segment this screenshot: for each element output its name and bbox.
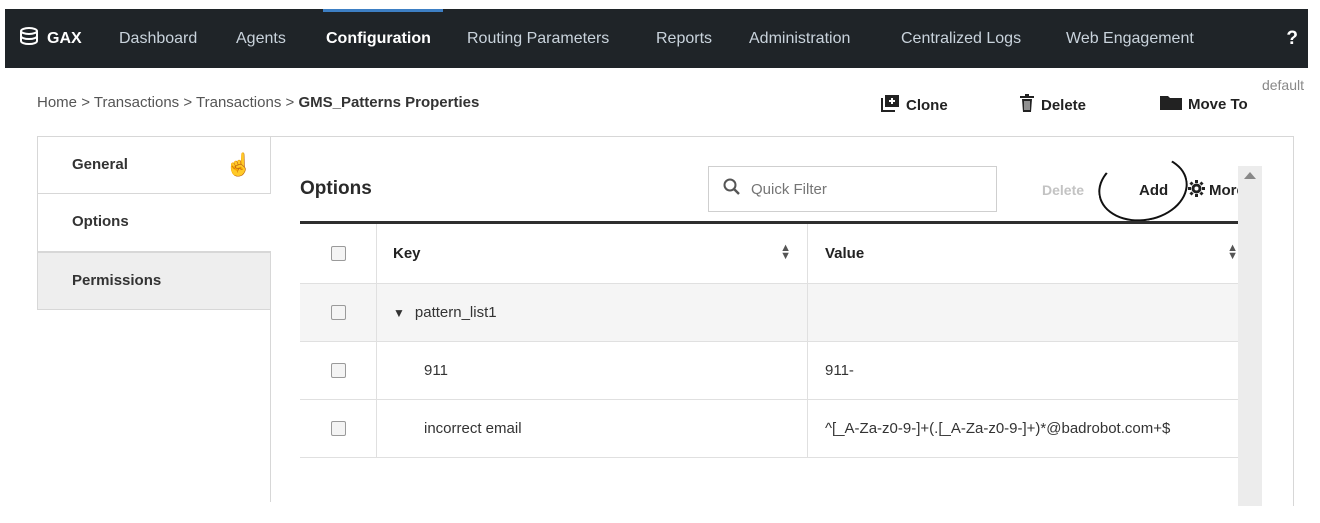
row-check-cell — [300, 342, 377, 399]
key-value: incorrect email — [424, 420, 522, 437]
value-cell: ^[_A-Za-z0-9-]+(.[_A-Za-z0-9-]+)*@badrob… — [808, 400, 1238, 457]
panel-top-border — [270, 136, 1294, 137]
brand[interactable]: GAX — [19, 9, 82, 68]
database-icon — [19, 26, 39, 51]
nav-administration[interactable]: Administration — [749, 9, 850, 68]
nav-routing-parameters[interactable]: Routing Parameters — [467, 9, 609, 68]
more-label: More — [1209, 182, 1238, 199]
value-text: ^[_A-Za-z0-9-]+(.[_A-Za-z0-9-]+)*@badrob… — [825, 420, 1171, 437]
key-header-label: Key — [393, 245, 421, 262]
options-delete-button[interactable]: Delete — [1042, 182, 1084, 198]
options-more-button[interactable]: More — [1188, 180, 1238, 201]
key-cell: incorrect email — [377, 400, 808, 457]
clone-label: Clone — [906, 96, 948, 114]
row-checkbox[interactable] — [330, 421, 346, 436]
key-value: 911 — [424, 362, 448, 379]
options-table: Key ▲ ▼ Value ▲ ▼ ▼ pattern_list1 911 911-… — [300, 221, 1238, 458]
breadcrumb-current: GMS_Patterns Properties — [298, 94, 480, 111]
app-frame: GAX Dashboard Agents Configuration Routi… — [0, 0, 1320, 523]
help-icon[interactable]: ? — [1286, 9, 1298, 68]
row-checkbox[interactable] — [330, 305, 346, 320]
row-checkbox[interactable] — [330, 363, 346, 378]
select-all-checkbox[interactable] — [330, 246, 346, 261]
hand-pointer-icon: ☝ — [225, 152, 253, 177]
row-check-cell — [300, 284, 377, 341]
tab-options[interactable]: Options — [37, 194, 271, 252]
delete-label: Delete — [1041, 96, 1087, 114]
breadcrumb-transactions-folder[interactable]: Transactions — [196, 94, 281, 111]
move-to-label: Move To — [1188, 95, 1248, 113]
nav-dashboard[interactable]: Dashboard — [119, 9, 197, 68]
sort-icon[interactable]: ▲ ▼ — [780, 243, 791, 262]
folder-icon — [1160, 94, 1182, 114]
tab-permissions[interactable]: Permissions — [37, 252, 271, 310]
table-row[interactable]: ▼ pattern_list1 — [300, 284, 1238, 342]
top-nav: GAX Dashboard Agents Configuration Routi… — [5, 9, 1308, 68]
breadcrumb-separator: > — [81, 94, 90, 111]
quick-filter-input[interactable] — [749, 179, 973, 199]
breadcrumb-home[interactable]: Home — [37, 94, 77, 111]
select-all-cell — [300, 224, 377, 283]
options-title: Options — [300, 178, 372, 199]
key-column-header[interactable]: Key ▲ ▼ — [377, 224, 808, 283]
expand-triangle-icon[interactable]: ▼ — [393, 306, 405, 320]
value-header-label: Value — [825, 245, 865, 262]
panel-right-border — [1293, 136, 1294, 506]
options-add-button[interactable]: Add — [1139, 182, 1168, 199]
value-text: 911- — [825, 362, 854, 379]
sort-icon[interactable]: ▲ ▼ — [1227, 243, 1238, 262]
scroll-up-icon[interactable] — [1244, 172, 1256, 179]
value-column-header[interactable]: Value ▲ ▼ — [808, 224, 1238, 283]
key-value: pattern_list1 — [414, 304, 497, 321]
quick-filter[interactable] — [708, 166, 997, 212]
nav-agents[interactable]: Agents — [236, 9, 286, 68]
gear-icon — [1188, 180, 1205, 201]
breadcrumb-separator: > — [183, 94, 193, 111]
breadcrumb-separator: > — [285, 94, 295, 111]
tenant-label: default — [1261, 77, 1304, 93]
search-icon — [723, 178, 741, 200]
clone-icon — [880, 94, 900, 116]
key-cell: 911 — [377, 342, 808, 399]
nav-centralized-logs[interactable]: Centralized Logs — [901, 9, 1021, 68]
nav-configuration[interactable]: Configuration — [326, 9, 431, 68]
vertical-scrollbar[interactable] — [1238, 166, 1262, 506]
nav-reports[interactable]: Reports — [656, 9, 712, 68]
row-check-cell — [300, 400, 377, 457]
trash-icon — [1019, 94, 1035, 116]
value-cell: 911- — [808, 342, 1238, 399]
key-cell: ▼ pattern_list1 — [377, 284, 808, 341]
table-row[interactable]: 911 911- — [300, 342, 1238, 400]
move-to-button[interactable]: Move To — [1160, 94, 1248, 114]
brand-label: GAX — [47, 29, 82, 47]
table-row[interactable]: incorrect email ^[_A-Za-z0-9-]+(.[_A-Za-… — [300, 400, 1238, 458]
table-header-row: Key ▲ ▼ Value ▲ ▼ — [300, 224, 1238, 284]
value-cell — [808, 284, 1238, 341]
delete-button[interactable]: Delete — [1019, 94, 1086, 116]
breadcrumb: Home > Transactions > Transactions > GMS… — [37, 94, 479, 111]
breadcrumb-transactions[interactable]: Transactions — [94, 94, 179, 111]
clone-button[interactable]: Clone — [880, 94, 948, 116]
nav-web-engagement[interactable]: Web Engagement — [1066, 9, 1194, 68]
